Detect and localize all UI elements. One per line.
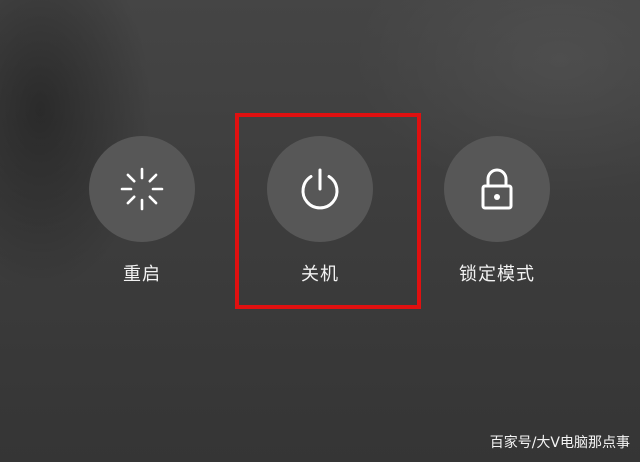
restart-button[interactable] xyxy=(89,136,195,242)
restart-label: 重启 xyxy=(123,264,161,285)
lock-mode-label: 锁定模式 xyxy=(459,264,535,285)
restart-spinner-icon xyxy=(120,167,164,211)
lock-icon xyxy=(481,168,513,210)
power-menu: 重启 关机 锁定模式 xyxy=(0,0,640,462)
power-icon xyxy=(301,168,339,210)
shutdown-button[interactable] xyxy=(267,136,373,242)
shutdown-label: 关机 xyxy=(301,264,339,285)
shutdown-option[interactable]: 关机 xyxy=(250,136,390,296)
restart-option[interactable]: 重启 xyxy=(72,136,212,296)
lock-mode-option[interactable]: 锁定模式 xyxy=(427,136,567,296)
watermark: 百家号/大V电脑那点事 xyxy=(489,435,630,451)
lock-mode-button[interactable] xyxy=(444,136,550,242)
